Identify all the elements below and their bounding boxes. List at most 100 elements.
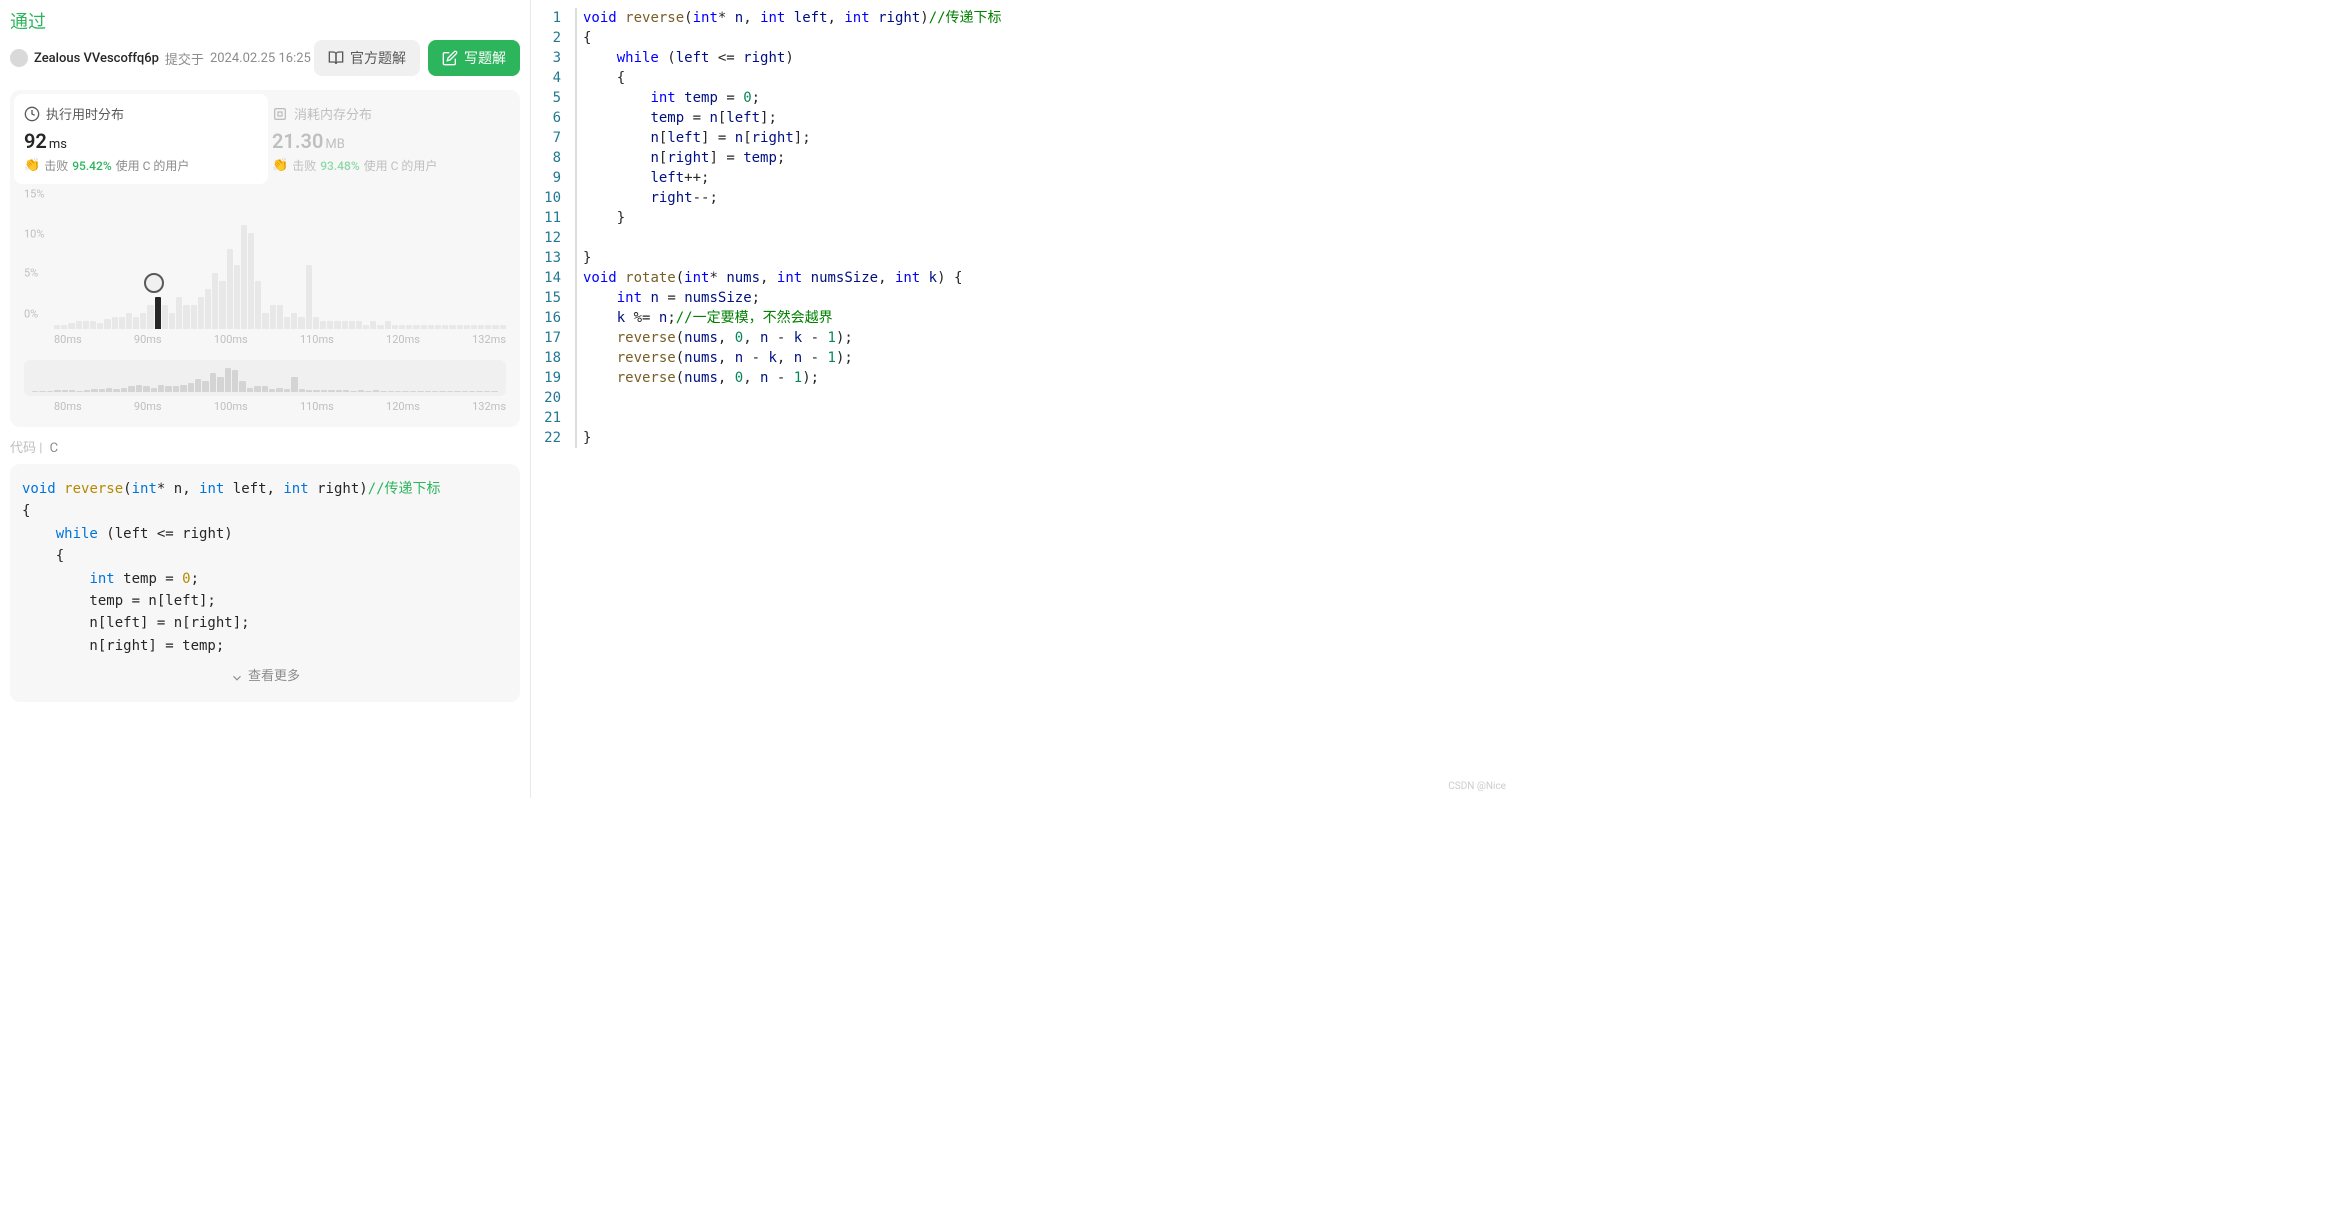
chart-bar[interactable]: [61, 325, 67, 329]
chart-bar[interactable]: [198, 297, 204, 329]
chart-bar[interactable]: [334, 321, 340, 329]
code-editor[interactable]: 12345678910111213141516171819202122 void…: [531, 0, 1516, 448]
code-line[interactable]: int temp = 0;: [583, 88, 1506, 108]
chart-bar[interactable]: [227, 249, 233, 329]
chart-bar[interactable]: [90, 321, 96, 329]
chart-bar[interactable]: [485, 325, 491, 329]
chart-bar[interactable]: [349, 321, 355, 329]
code-line[interactable]: void rotate(int* nums, int numsSize, int…: [583, 268, 1506, 288]
mini-bar: [299, 389, 305, 392]
code-line[interactable]: reverse(nums, 0, n - k - 1);: [583, 328, 1506, 348]
chart-bar[interactable]: [370, 321, 376, 329]
code-line[interactable]: temp = n[left];: [583, 108, 1506, 128]
chart-bar[interactable]: [133, 317, 139, 329]
chart-bar[interactable]: [162, 305, 168, 329]
chart-main[interactable]: 15%10%5%0%: [24, 194, 506, 329]
chart-bar[interactable]: [385, 321, 391, 329]
chart-bar[interactable]: [421, 325, 427, 329]
chart-bar[interactable]: [126, 313, 132, 329]
chart-bar[interactable]: [313, 317, 319, 329]
chart-bar[interactable]: [306, 265, 312, 329]
write-solution-button[interactable]: 写题解: [428, 40, 520, 76]
runtime-stat[interactable]: 执行用时分布 92ms 👏 击败 95.42% 使用 C 的用户: [14, 94, 268, 184]
chart-bar[interactable]: [449, 325, 455, 329]
chart-bar[interactable]: [478, 325, 484, 329]
show-more-button[interactable]: 查看更多: [22, 657, 508, 688]
chart-bar[interactable]: [83, 321, 89, 329]
chart-bar[interactable]: [291, 313, 297, 329]
chart-bar[interactable]: [54, 325, 60, 329]
code-line[interactable]: int n = numsSize;: [583, 288, 1506, 308]
chart-bar[interactable]: [320, 321, 326, 329]
code-line[interactable]: [583, 388, 1506, 408]
code-line[interactable]: reverse(nums, 0, n - 1);: [583, 368, 1506, 388]
code-line[interactable]: void reverse(int* n, int left, int right…: [583, 8, 1506, 28]
chart-bar[interactable]: [191, 305, 197, 329]
chart-bar[interactable]: [169, 313, 175, 329]
chart-bar[interactable]: [176, 297, 182, 329]
chart-bar[interactable]: [183, 305, 189, 329]
chart-bar[interactable]: [457, 325, 463, 329]
code-line[interactable]: while (left <= right): [583, 48, 1506, 68]
chart-bar[interactable]: [392, 325, 398, 329]
official-solution-button[interactable]: 官方题解: [314, 40, 420, 76]
code-line[interactable]: }: [583, 248, 1506, 268]
chart-bar[interactable]: [342, 321, 348, 329]
code-line[interactable]: n[right] = temp;: [583, 148, 1506, 168]
mini-bar: [380, 391, 386, 392]
chart-bar[interactable]: [147, 305, 153, 329]
chart-bar[interactable]: [255, 281, 261, 329]
code-line[interactable]: }: [583, 428, 1506, 448]
chart-bar[interactable]: [262, 313, 268, 329]
code-line[interactable]: }: [583, 208, 1506, 228]
avatar[interactable]: [10, 49, 28, 67]
chart-bar[interactable]: [363, 325, 369, 329]
chart-bar[interactable]: [377, 325, 383, 329]
author-name[interactable]: Zealous VVescoffq6p: [34, 51, 159, 66]
chart-bar[interactable]: [155, 297, 161, 329]
chart-bar[interactable]: [492, 325, 498, 329]
code-line[interactable]: right--;: [583, 188, 1506, 208]
chart-bar[interactable]: [435, 325, 441, 329]
chart-bar[interactable]: [234, 265, 240, 329]
chart-bar[interactable]: [284, 317, 290, 329]
chart-bar[interactable]: [140, 313, 146, 329]
chart-bar[interactable]: [464, 325, 470, 329]
code-line[interactable]: reverse(nums, n - k, n - 1);: [583, 348, 1506, 368]
chart-bar[interactable]: [327, 321, 333, 329]
chart-bar[interactable]: [471, 325, 477, 329]
chart-bar[interactable]: [298, 317, 304, 329]
code-line[interactable]: [583, 408, 1506, 428]
code-line[interactable]: k %= n;//一定要模，不然会越界: [583, 308, 1506, 328]
chart-bar[interactable]: [399, 325, 405, 329]
code-line[interactable]: left++;: [583, 168, 1506, 188]
chart-bar[interactable]: [219, 281, 225, 329]
chart-bar[interactable]: [241, 225, 247, 329]
code-line[interactable]: {: [583, 28, 1506, 48]
code-line[interactable]: {: [583, 68, 1506, 88]
chart-bar[interactable]: [97, 323, 103, 329]
code-line[interactable]: [583, 228, 1506, 248]
mini-chart[interactable]: [24, 360, 506, 396]
chart-bar[interactable]: [270, 305, 276, 329]
chart-bar[interactable]: [356, 321, 362, 329]
chart-bar[interactable]: [442, 325, 448, 329]
chart-bar[interactable]: [112, 317, 118, 329]
chart-bar[interactable]: [205, 289, 211, 329]
chart-bar[interactable]: [413, 325, 419, 329]
memory-stat[interactable]: 消耗内存分布 21.30MB 👏 击败 93.48% 使用 C 的用户: [272, 104, 506, 174]
code-body[interactable]: void reverse(int* n, int left, int right…: [575, 8, 1516, 448]
code-line[interactable]: n[left] = n[right];: [583, 128, 1506, 148]
chart-bar[interactable]: [104, 319, 110, 329]
chart-bar[interactable]: [212, 273, 218, 329]
chart-bar[interactable]: [428, 325, 434, 329]
chart-bar[interactable]: [406, 325, 412, 329]
chart-bar[interactable]: [76, 321, 82, 329]
chart-bar[interactable]: [500, 325, 506, 329]
chart-bar[interactable]: [248, 233, 254, 329]
mini-bar: [469, 391, 475, 392]
chart-bar[interactable]: [277, 305, 283, 329]
chart-bar[interactable]: [119, 317, 125, 329]
mini-bar: [306, 390, 312, 392]
chart-bar[interactable]: [68, 323, 74, 329]
